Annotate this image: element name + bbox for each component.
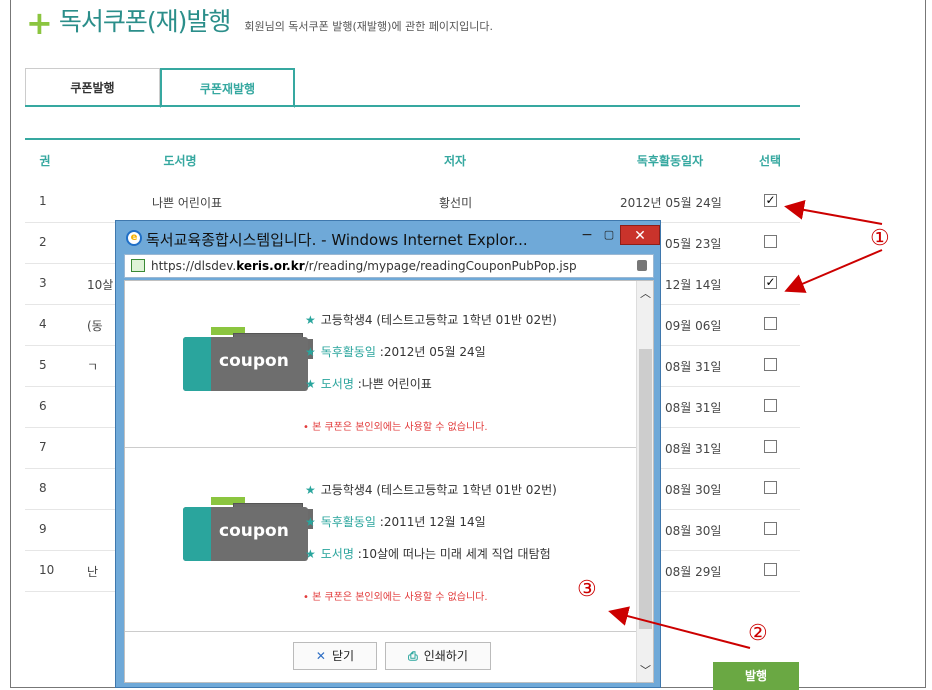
- cell-date: 12월 14일: [665, 278, 722, 292]
- cell-author: 황선미: [439, 196, 473, 210]
- col-date: 독후활동일자: [636, 154, 704, 168]
- cell-title: (동: [87, 319, 103, 333]
- cell-no: 2: [39, 235, 47, 249]
- close-icon: ✕: [315, 649, 326, 663]
- select-checkbox[interactable]: ✓: [764, 194, 777, 207]
- printer-icon: ⎙: [408, 649, 418, 663]
- select-checkbox[interactable]: [764, 481, 777, 494]
- col-title: 도서명: [163, 154, 197, 168]
- coupon-image: coupon: [183, 327, 313, 391]
- cell-date: 08월 31일: [665, 442, 722, 456]
- page-title: 독서쿠폰(재)발행: [58, 7, 232, 36]
- tab-coupon-issue[interactable]: 쿠폰발행: [25, 68, 160, 106]
- cell-date: 08월 30일: [665, 483, 722, 497]
- cell-date: 08월 31일: [665, 360, 722, 374]
- star-icon: ★: [305, 313, 316, 327]
- book-name: ★ 도서명 :10살에 떠나는 미래 세계 직업 대탐험: [305, 547, 551, 561]
- address-bar[interactable]: https://dlsdev.keris.or.kr/r/reading/myp…: [124, 254, 654, 278]
- table-header: 권 도서명 저자 독후활동일자 선택: [25, 148, 800, 172]
- cell-date: 2012년 05월 24일: [620, 196, 722, 210]
- print-button[interactable]: ⎙ 인쇄하기: [385, 642, 491, 670]
- tab-bar: 쿠폰발행 쿠폰재발행: [25, 68, 295, 108]
- maximize-icon[interactable]: ▢: [598, 225, 620, 245]
- close-button[interactable]: ✕ 닫기: [293, 642, 377, 670]
- star-icon: ★: [305, 377, 316, 391]
- col-no: 권: [39, 154, 51, 168]
- warning-text: • 본 쿠폰은 본인외에는 사용할 수 없습니다.: [303, 592, 488, 603]
- popup-content: coupon ★ 고등학생4 (테스트고등학교 1학년 01반 02번) ★ 독후활…: [124, 280, 654, 683]
- activity-date: ★ 독후활동일 :2012년 05월 24일: [305, 345, 486, 359]
- cell-no: 1: [39, 194, 47, 208]
- scroll-thumb[interactable]: [639, 349, 652, 629]
- select-checkbox[interactable]: [764, 317, 777, 330]
- table-row: 1 나쁜 어린이표 황선미 2012년 05월 24일 ✓: [25, 182, 800, 223]
- cell-title: 10살: [87, 278, 114, 292]
- page-header: + 독서쿠폰(재)발행 회원님의 독서쿠폰 발행(재발행)에 관한 페이지입니다…: [26, 4, 494, 42]
- cell-no: 4: [39, 317, 47, 331]
- browser-icon: e: [126, 230, 142, 246]
- address-url: https://dlsdev.keris.or.kr/r/reading/myp…: [151, 259, 577, 273]
- coupon-entry: coupon ★ 고등학생4 (테스트고등학교 1학년 01반 02번) ★ 독후활…: [125, 283, 637, 448]
- select-checkbox[interactable]: [764, 522, 777, 535]
- cell-title: ㄱ: [87, 360, 99, 374]
- scrollbar[interactable]: ︿ ﹀: [636, 281, 653, 682]
- col-author: 저자: [443, 154, 467, 168]
- page-subtitle: 회원님의 독서쿠폰 발행(재발행)에 관한 페이지입니다.: [244, 20, 494, 33]
- cell-title: 나쁜 어린이표: [152, 196, 223, 210]
- popup-button-bar: ✕ 닫기 ⎙ 인쇄하기: [125, 631, 637, 681]
- star-icon: ★: [305, 345, 316, 359]
- book-name: ★ 도서명 :나쁜 어린이표: [305, 377, 432, 391]
- page-icon: [131, 259, 145, 272]
- chevron-down-icon: ﹀: [640, 664, 651, 677]
- cell-date: 09월 06일: [665, 319, 722, 333]
- annotation-2: ②: [748, 621, 768, 646]
- annotation-3: ③: [577, 577, 597, 602]
- star-icon: ★: [305, 515, 316, 529]
- chevron-up-icon: ︿: [640, 287, 651, 300]
- minimize-icon[interactable]: −: [576, 225, 598, 245]
- select-checkbox[interactable]: [764, 399, 777, 412]
- cell-date: 08월 31일: [665, 401, 722, 415]
- popup-title: 독서교육종합시스템입니다. - Windows Internet Explor.…: [146, 231, 528, 249]
- select-checkbox[interactable]: [764, 563, 777, 576]
- student-info: ★ 고등학생4 (테스트고등학교 1학년 01반 02번): [305, 313, 557, 327]
- activity-date: ★ 독후활동일 :2011년 12월 14일: [305, 515, 486, 529]
- cell-date: 08월 30일: [665, 524, 722, 538]
- select-checkbox[interactable]: ✓: [764, 276, 777, 289]
- cell-no: 3: [39, 276, 47, 290]
- plus-icon: +: [26, 4, 53, 42]
- coupon-entry: coupon ★ 고등학생4 (테스트고등학교 1학년 01반 02번) ★ 독후활…: [125, 453, 637, 618]
- cell-no: 5: [39, 358, 47, 372]
- star-icon: ★: [305, 483, 316, 497]
- warning-text: • 본 쿠폰은 본인외에는 사용할 수 없습니다.: [303, 422, 488, 433]
- cell-no: 9: [39, 522, 47, 536]
- tab-underline: [25, 105, 800, 107]
- popup-window: e 독서교육종합시스템입니다. - Windows Internet Explo…: [115, 220, 661, 688]
- select-checkbox[interactable]: [764, 440, 777, 453]
- cell-no: 8: [39, 481, 47, 495]
- lock-icon: [637, 260, 647, 271]
- table-top-rule: [25, 138, 800, 140]
- col-select: 선택: [758, 154, 782, 168]
- cell-no: 7: [39, 440, 47, 454]
- cell-title: 난: [87, 565, 99, 579]
- select-checkbox[interactable]: [764, 235, 777, 248]
- coupon-image: coupon: [183, 497, 313, 561]
- popup-titlebar[interactable]: e 독서교육종합시스템입니다. - Windows Internet Explo…: [124, 225, 660, 251]
- cell-date: 05월 23일: [665, 237, 722, 251]
- select-checkbox[interactable]: [764, 358, 777, 371]
- student-info: ★ 고등학생4 (테스트고등학교 1학년 01반 02번): [305, 483, 557, 497]
- tab-coupon-reissue[interactable]: 쿠폰재발행: [160, 68, 295, 108]
- window-close-icon[interactable]: ✕: [620, 225, 660, 245]
- cell-no: 10: [39, 563, 55, 577]
- issue-button[interactable]: 발행: [713, 662, 799, 690]
- cell-date: 08월 29일: [665, 565, 722, 579]
- star-icon: ★: [305, 547, 316, 561]
- cell-no: 6: [39, 399, 47, 413]
- annotation-1: ①: [870, 226, 890, 251]
